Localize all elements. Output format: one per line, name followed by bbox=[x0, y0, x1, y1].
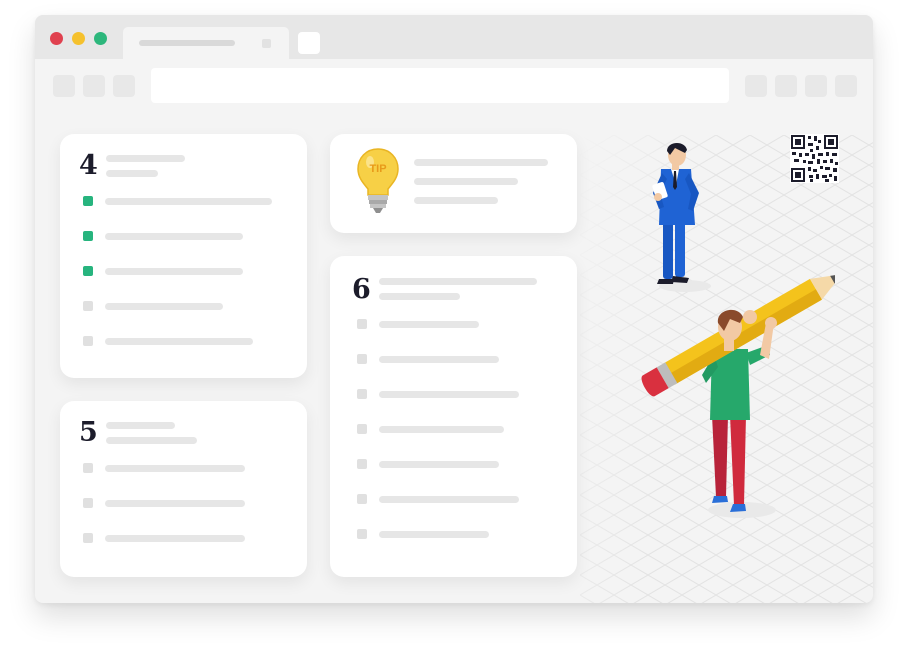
card-4-number: 4 bbox=[79, 150, 98, 181]
browser-window: 4 5 TIP 6 bbox=[35, 15, 873, 603]
card-5-heading-line bbox=[106, 422, 175, 429]
toolbar-button-2[interactable] bbox=[775, 75, 797, 97]
toolbar-button-4[interactable] bbox=[835, 75, 857, 97]
maximize-window-button[interactable] bbox=[94, 32, 107, 45]
forward-button[interactable] bbox=[83, 75, 105, 97]
tip-text-line bbox=[414, 159, 548, 166]
item-text-line bbox=[379, 531, 489, 538]
checkbox-unchecked[interactable] bbox=[83, 301, 93, 311]
checkbox-unchecked[interactable] bbox=[83, 463, 93, 473]
checkbox-unchecked[interactable] bbox=[357, 459, 367, 469]
tab-title-placeholder bbox=[139, 40, 235, 46]
title-bar bbox=[35, 15, 873, 61]
item-text-line bbox=[379, 391, 519, 398]
man-with-pencil-figure bbox=[641, 274, 835, 518]
back-button[interactable] bbox=[53, 75, 75, 97]
item-text-line bbox=[105, 500, 245, 507]
card-6: 6 bbox=[330, 256, 577, 577]
card-5: 5 bbox=[60, 401, 307, 577]
reload-button[interactable] bbox=[113, 75, 135, 97]
item-text-line bbox=[105, 198, 272, 205]
card-6-number: 6 bbox=[352, 274, 371, 305]
item-text-line bbox=[105, 535, 245, 542]
checkbox-unchecked[interactable] bbox=[83, 533, 93, 543]
item-text-line bbox=[379, 356, 499, 363]
tip-card: TIP bbox=[330, 134, 577, 233]
light-bulb-icon: TIP bbox=[357, 148, 399, 213]
checkbox-unchecked[interactable] bbox=[357, 389, 367, 399]
address-bar[interactable] bbox=[151, 68, 729, 103]
card-6-heading-line bbox=[379, 278, 537, 285]
checkbox-checked[interactable] bbox=[83, 231, 93, 241]
toolbar-button-3[interactable] bbox=[805, 75, 827, 97]
checkbox-unchecked[interactable] bbox=[357, 319, 367, 329]
checkbox-unchecked[interactable] bbox=[357, 529, 367, 539]
card-4: 4 bbox=[60, 134, 307, 378]
checkbox-checked[interactable] bbox=[83, 266, 93, 276]
item-text-line bbox=[105, 268, 243, 275]
item-text-line bbox=[379, 321, 479, 328]
checkbox-checked[interactable] bbox=[83, 196, 93, 206]
minimize-window-button[interactable] bbox=[72, 32, 85, 45]
item-text-line bbox=[105, 338, 253, 345]
checkbox-unchecked[interactable] bbox=[83, 336, 93, 346]
item-text-line bbox=[105, 303, 223, 310]
tip-label: TIP bbox=[369, 163, 386, 175]
close-icon[interactable] bbox=[262, 39, 271, 48]
tip-text-line bbox=[414, 178, 518, 185]
item-text-line bbox=[379, 461, 499, 468]
card-4-heading-line bbox=[106, 155, 185, 162]
card-5-number: 5 bbox=[79, 417, 98, 448]
card-5-subheading-line bbox=[106, 437, 197, 444]
checkbox-unchecked[interactable] bbox=[357, 494, 367, 504]
close-window-button[interactable] bbox=[50, 32, 63, 45]
card-6-subheading-line bbox=[379, 293, 460, 300]
browser-tab[interactable] bbox=[123, 27, 289, 61]
checkbox-unchecked[interactable] bbox=[357, 424, 367, 434]
item-text-line bbox=[379, 496, 519, 503]
checkbox-unchecked[interactable] bbox=[357, 354, 367, 364]
item-text-line bbox=[105, 233, 243, 240]
checkbox-unchecked[interactable] bbox=[83, 498, 93, 508]
toolbar-button-1[interactable] bbox=[745, 75, 767, 97]
qr-code-icon bbox=[790, 134, 839, 183]
item-text-line bbox=[379, 426, 504, 433]
card-4-subheading-line bbox=[106, 170, 158, 177]
new-tab-button[interactable] bbox=[298, 32, 320, 54]
item-text-line bbox=[105, 465, 245, 472]
tip-text-line bbox=[414, 197, 498, 204]
